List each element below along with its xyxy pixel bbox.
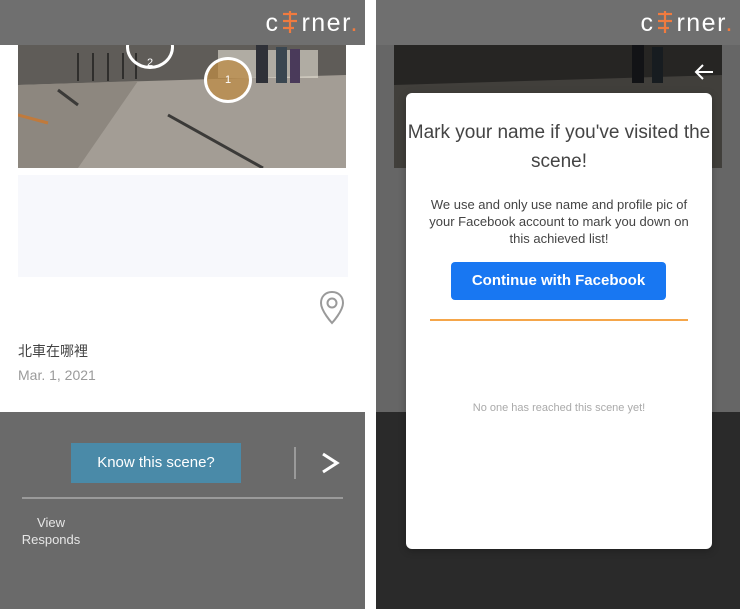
app-header: c rner. bbox=[0, 0, 365, 45]
panel-divider bbox=[22, 497, 343, 499]
facebook-consent-modal: Mark your name if you've visited the sce… bbox=[406, 93, 712, 549]
modal-title: Mark your name if you've visited the sce… bbox=[407, 122, 711, 172]
logo-suffix: rner bbox=[301, 9, 351, 37]
logo-prefix: c bbox=[265, 9, 280, 37]
facebook-login-screen: c rner. Mark your name if you've visited… bbox=[376, 0, 740, 609]
app-header: c rner. bbox=[376, 0, 740, 45]
corner-mark-icon bbox=[658, 11, 673, 33]
location-pin-icon[interactable] bbox=[318, 290, 346, 326]
vertical-divider bbox=[294, 447, 296, 479]
scene-date: Mar. 1, 2021 bbox=[18, 367, 96, 383]
logo-dot: . bbox=[350, 9, 359, 37]
scene-name: 北車在哪裡 bbox=[18, 344, 88, 360]
chevron-right-icon[interactable] bbox=[318, 449, 342, 477]
scene-photo[interactable]: 2 1 bbox=[18, 45, 346, 168]
modal-divider bbox=[430, 319, 688, 321]
corner-mark-icon bbox=[283, 11, 298, 33]
modal-description: We use and only use name and profile pic… bbox=[429, 197, 689, 246]
logo-suffix: rner bbox=[676, 9, 726, 37]
screen-gap bbox=[365, 0, 376, 609]
arrow-left-icon[interactable] bbox=[694, 63, 714, 81]
logo-dot: . bbox=[725, 9, 734, 37]
scene-detail-screen: c rner. 2 1 北車在哪裡 Mar. 1, 2021 Know this… bbox=[0, 0, 365, 609]
continue-with-facebook-button[interactable]: Continue with Facebook bbox=[451, 262, 666, 300]
view-responds-link[interactable]: View Responds bbox=[14, 514, 88, 548]
scene-marker-1[interactable]: 1 bbox=[204, 57, 252, 103]
app-logo[interactable]: c rner. bbox=[265, 6, 359, 40]
station-floor-illustration bbox=[18, 45, 346, 168]
app-logo[interactable]: c rner. bbox=[640, 6, 734, 40]
action-panel: Know this scene? View Responds bbox=[0, 412, 365, 609]
empty-visitors-message: No one has reached this scene yet! bbox=[472, 402, 646, 414]
know-this-scene-button[interactable]: Know this scene? bbox=[71, 443, 241, 483]
logo-prefix: c bbox=[640, 9, 655, 37]
content-placeholder bbox=[18, 175, 348, 277]
